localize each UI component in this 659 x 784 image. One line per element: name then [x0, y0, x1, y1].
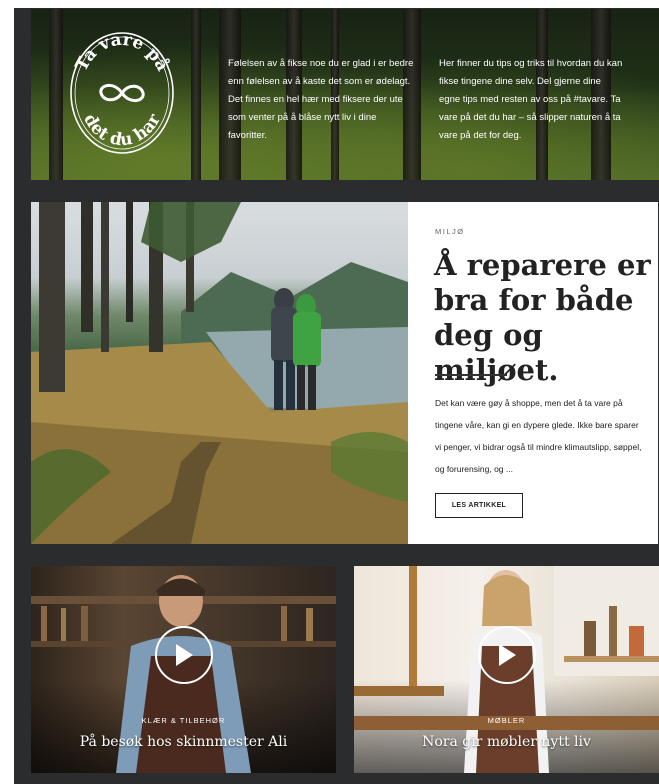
read-article-button[interactable]: LES ARTIKKEL — [435, 493, 523, 518]
forest-lake-illustration — [31, 202, 408, 544]
video-card-leather[interactable]: KLÆR & TILBEHØR På besøk hos skinnmester… — [31, 566, 336, 773]
svg-text:det du har: det du har — [79, 110, 165, 151]
page: Ta vare på det du har Følelsen av å fiks… — [0, 0, 659, 784]
svg-text:Ta vare på: Ta vare på — [72, 30, 174, 75]
divider — [435, 374, 507, 376]
play-icon — [175, 644, 193, 666]
headline-line: bra for både — [434, 283, 634, 317]
article-headline: Å reparere er bra for både deg og miljøe… — [434, 248, 654, 388]
video-category: KLÆR & TILBEHØR — [141, 716, 226, 725]
feature-article: MILJØ Å reparere er bra for både deg og … — [408, 202, 658, 544]
headline-line: deg og miljøet. — [434, 318, 559, 387]
article-excerpt: Det kan være gøy å shoppe, men det å ta … — [435, 398, 642, 474]
video-title[interactable]: Nora gir møbler nytt liv — [354, 734, 659, 750]
play-button[interactable] — [154, 626, 213, 684]
hero-tips-text: Her finner du tips og triks til hvordan … — [439, 58, 623, 141]
feature-image[interactable] — [31, 202, 408, 544]
headline-line: Å reparere er — [434, 248, 651, 282]
hero-banner: Ta vare på det du har Følelsen av å fiks… — [31, 9, 659, 180]
article-category: MILJØ — [435, 227, 465, 236]
hero-intro-text: Følelsen av å fikse noe du er glad i er … — [228, 58, 414, 141]
ta-vare-logo: Ta vare på det du har — [70, 30, 174, 154]
video-title[interactable]: På besøk hos skinnmester Ali — [31, 734, 336, 750]
video-category: MØBLER — [487, 716, 526, 725]
play-button[interactable] — [477, 626, 536, 684]
play-icon — [498, 644, 516, 666]
infinity-icon — [99, 84, 145, 102]
video-card-furniture[interactable]: MØBLER Nora gir møbler nytt liv — [354, 566, 659, 773]
